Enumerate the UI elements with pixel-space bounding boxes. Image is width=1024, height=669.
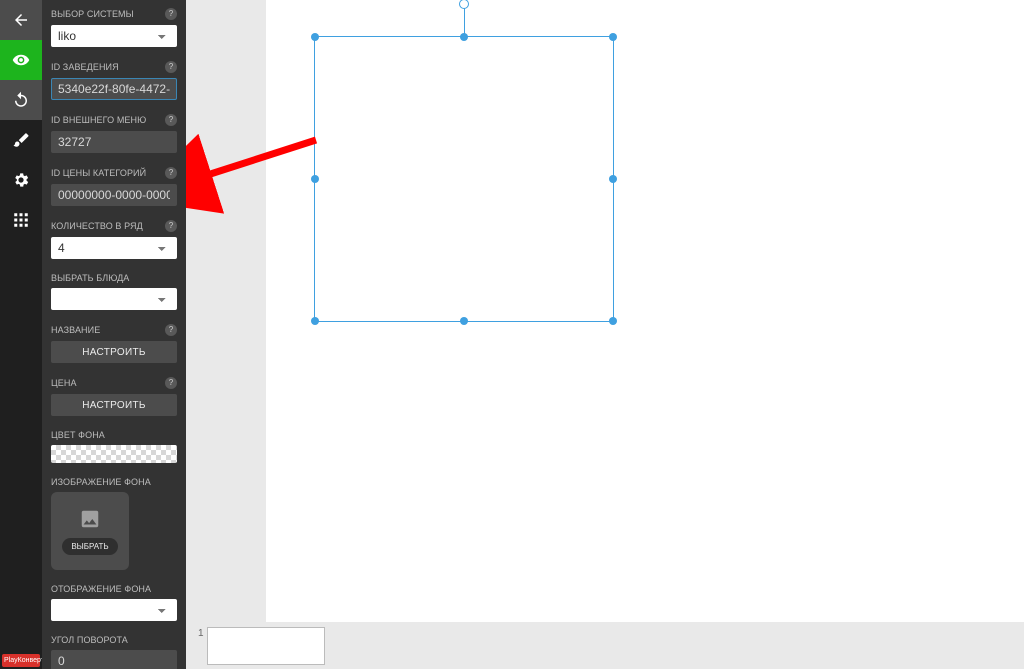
label-ext-menu-id: ID ВНЕШНЕГО МЕНЮ ?	[51, 114, 177, 126]
help-icon[interactable]: ?	[165, 167, 177, 179]
resize-handle-e[interactable]	[609, 175, 617, 183]
field-system: ВЫБОР СИСТЕМЫ ? liko	[51, 8, 177, 47]
configure-name-button[interactable]: НАСТРОИТЬ	[51, 341, 177, 363]
bg-color-swatch[interactable]	[51, 445, 177, 463]
canvas-area: 1	[186, 0, 1024, 669]
field-ext-menu-id: ID ВНЕШНЕГО МЕНЮ ?	[51, 114, 177, 153]
bg-image-box: ВЫБРАТЬ	[51, 492, 129, 570]
label-name: НАЗВАНИЕ ?	[51, 324, 177, 336]
label-bg-color: ЦВЕТ ФОНА	[51, 430, 177, 440]
field-rotation: УГОЛ ПОВОРОТА	[51, 635, 177, 669]
thumb-number: 1	[198, 627, 204, 639]
back-button[interactable]	[0, 0, 42, 40]
resize-handle-n[interactable]	[460, 33, 468, 41]
resize-handle-nw[interactable]	[311, 33, 319, 41]
venue-id-input[interactable]	[51, 78, 177, 100]
field-bg-image: ИЗОБРАЖЕНИЕ ФОНА ВЫБРАТЬ	[51, 477, 177, 570]
settings-button[interactable]	[0, 160, 42, 200]
resize-handle-se[interactable]	[609, 317, 617, 325]
rail-badge: PlayКонвертер	[2, 654, 40, 667]
undo-icon	[12, 91, 30, 109]
grid-icon	[12, 211, 30, 229]
thumb-preview	[207, 627, 325, 665]
label-choose-dishes: ВЫБРАТЬ БЛЮДА	[51, 273, 177, 283]
choose-bg-image-button[interactable]: ВЫБРАТЬ	[62, 538, 117, 555]
brush-tool-button[interactable]	[0, 120, 42, 160]
image-placeholder-icon	[76, 508, 104, 530]
grid-button[interactable]	[0, 200, 42, 240]
label-rotation: УГОЛ ПОВОРОТА	[51, 635, 177, 645]
arrow-left-icon	[12, 11, 30, 29]
page-thumbnail-1[interactable]: 1	[198, 627, 325, 665]
brush-icon	[12, 131, 30, 149]
help-icon[interactable]: ?	[165, 220, 177, 232]
help-icon[interactable]: ?	[165, 114, 177, 126]
canvas-page[interactable]	[266, 0, 1024, 622]
help-icon[interactable]: ?	[165, 377, 177, 389]
field-price: ЦЕНА ? НАСТРОИТЬ	[51, 377, 177, 416]
label-price: ЦЕНА ?	[51, 377, 177, 389]
label-bg-image: ИЗОБРАЖЕНИЕ ФОНА	[51, 477, 177, 487]
field-name: НАЗВАНИЕ ? НАСТРОИТЬ	[51, 324, 177, 363]
field-bg-display: ОТОБРАЖЕНИЕ ФОНА	[51, 584, 177, 621]
app-root: PlayКонвертер ВЫБОР СИСТЕМЫ ? liko ID ЗА…	[0, 0, 1024, 669]
label-per-row: КОЛИЧЕСТВО В РЯД ?	[51, 220, 177, 232]
preview-button[interactable]	[0, 40, 42, 80]
help-icon[interactable]: ?	[165, 8, 177, 20]
resize-handle-w[interactable]	[311, 175, 319, 183]
label-venue-id: ID ЗАВЕДЕНИЯ ?	[51, 61, 177, 73]
configure-price-button[interactable]: НАСТРОИТЬ	[51, 394, 177, 416]
page-thumbnails: 1	[186, 625, 1024, 669]
undo-button[interactable]	[0, 80, 42, 120]
field-venue-id: ID ЗАВЕДЕНИЯ ?	[51, 61, 177, 100]
help-icon[interactable]: ?	[165, 324, 177, 336]
field-cat-price-id: ID ЦЕНЫ КАТЕГОРИЙ ?	[51, 167, 177, 206]
selection-box[interactable]	[314, 36, 614, 322]
field-per-row: КОЛИЧЕСТВО В РЯД ? 4	[51, 220, 177, 259]
eye-icon	[12, 51, 30, 69]
canvas-scroll[interactable]	[186, 0, 1024, 625]
left-rail: PlayКонвертер	[0, 0, 42, 669]
ext-menu-id-input[interactable]	[51, 131, 177, 153]
cat-price-id-input[interactable]	[51, 184, 177, 206]
help-icon[interactable]: ?	[165, 61, 177, 73]
rotation-handle[interactable]	[459, 0, 469, 9]
gear-icon	[12, 171, 30, 189]
label-bg-display: ОТОБРАЖЕНИЕ ФОНА	[51, 584, 177, 594]
resize-handle-ne[interactable]	[609, 33, 617, 41]
label-cat-price-id: ID ЦЕНЫ КАТЕГОРИЙ ?	[51, 167, 177, 179]
system-select[interactable]: liko	[51, 25, 177, 47]
choose-dishes-select[interactable]	[51, 288, 177, 310]
bg-display-select[interactable]	[51, 599, 177, 621]
field-bg-color: ЦВЕТ ФОНА	[51, 430, 177, 463]
field-choose-dishes: ВЫБРАТЬ БЛЮДА	[51, 273, 177, 310]
label-system: ВЫБОР СИСТЕМЫ ?	[51, 8, 177, 20]
properties-panel: ВЫБОР СИСТЕМЫ ? liko ID ЗАВЕДЕНИЯ ? ID В…	[42, 0, 186, 669]
per-row-select[interactable]: 4	[51, 237, 177, 259]
rotation-input[interactable]	[51, 650, 177, 669]
resize-handle-s[interactable]	[460, 317, 468, 325]
resize-handle-sw[interactable]	[311, 317, 319, 325]
